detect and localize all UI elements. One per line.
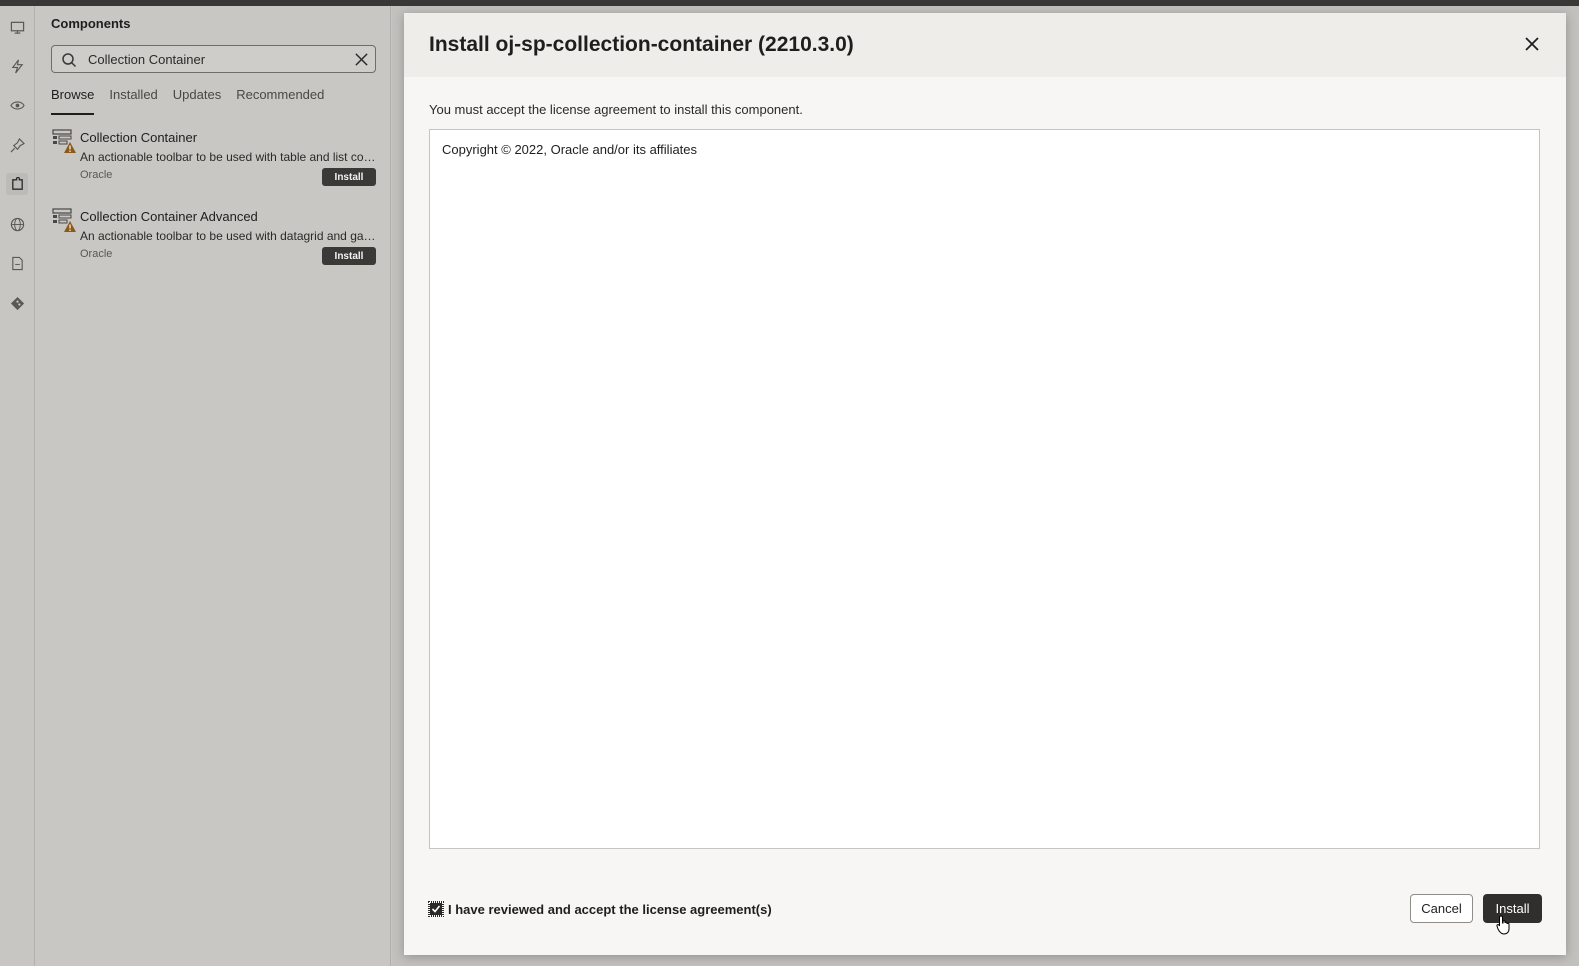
eye-icon[interactable] bbox=[6, 94, 28, 116]
search-icon bbox=[62, 53, 77, 68]
component-description: An actionable toolbar to be used with da… bbox=[80, 229, 376, 243]
hand-cursor-icon bbox=[1496, 915, 1510, 935]
components-panel: Components Collection Container Browse I… bbox=[36, 6, 391, 966]
accept-label[interactable]: I have reviewed and accept the license a… bbox=[448, 902, 772, 917]
lightning-icon[interactable] bbox=[6, 55, 28, 77]
tab-installed[interactable]: Installed bbox=[109, 87, 157, 115]
accept-checkbox[interactable] bbox=[428, 901, 444, 917]
install-button[interactable]: Install bbox=[322, 247, 376, 265]
git-icon[interactable] bbox=[6, 292, 28, 314]
close-icon[interactable] bbox=[1524, 36, 1540, 52]
component-name[interactable]: Collection Container Advanced bbox=[80, 209, 258, 224]
clear-icon[interactable] bbox=[354, 52, 369, 67]
license-notice: You must accept the license agreement to… bbox=[429, 102, 803, 117]
component-vendor: Oracle bbox=[80, 248, 113, 260]
install-dialog: Install oj-sp-collection-container (2210… bbox=[404, 13, 1566, 955]
cancel-button[interactable]: Cancel bbox=[1410, 894, 1473, 923]
component-vendor: Oracle bbox=[80, 169, 113, 181]
tab-bar: Browse Installed Updates Recommended bbox=[51, 87, 324, 115]
pin-icon[interactable] bbox=[6, 134, 28, 156]
tab-browse[interactable]: Browse bbox=[51, 87, 95, 115]
check-icon bbox=[431, 905, 441, 913]
document-icon[interactable] bbox=[6, 252, 28, 274]
list-item[interactable]: Collection Container An actionable toolb… bbox=[51, 128, 376, 198]
accept-row: I have reviewed and accept the license a… bbox=[428, 900, 772, 918]
monitor-icon[interactable] bbox=[6, 16, 28, 38]
component-description: An actionable toolbar to be used with ta… bbox=[80, 150, 376, 164]
puzzle-icon[interactable] bbox=[6, 173, 28, 195]
tab-updates[interactable]: Updates bbox=[173, 87, 221, 115]
component-warning-icon bbox=[52, 208, 76, 232]
globe-icon[interactable] bbox=[6, 213, 28, 235]
activity-rail bbox=[0, 6, 35, 966]
license-text-area[interactable]: Copyright © 2022, Oracle and/or its affi… bbox=[429, 129, 1540, 849]
search-input[interactable]: Collection Container bbox=[51, 45, 376, 73]
search-value[interactable]: Collection Container bbox=[88, 52, 205, 67]
dialog-title: Install oj-sp-collection-container (2210… bbox=[429, 33, 854, 56]
license-text: Copyright © 2022, Oracle and/or its affi… bbox=[442, 142, 698, 157]
component-name[interactable]: Collection Container bbox=[80, 130, 197, 145]
install-confirm-button[interactable]: Install bbox=[1483, 894, 1542, 923]
list-item[interactable]: Collection Container Advanced An actiona… bbox=[51, 207, 376, 277]
tab-recommended[interactable]: Recommended bbox=[236, 87, 324, 115]
panel-title: Components bbox=[51, 16, 131, 31]
dialog-header: Install oj-sp-collection-container (2210… bbox=[404, 13, 1566, 77]
component-warning-icon bbox=[52, 129, 76, 153]
install-button[interactable]: Install bbox=[322, 168, 376, 186]
